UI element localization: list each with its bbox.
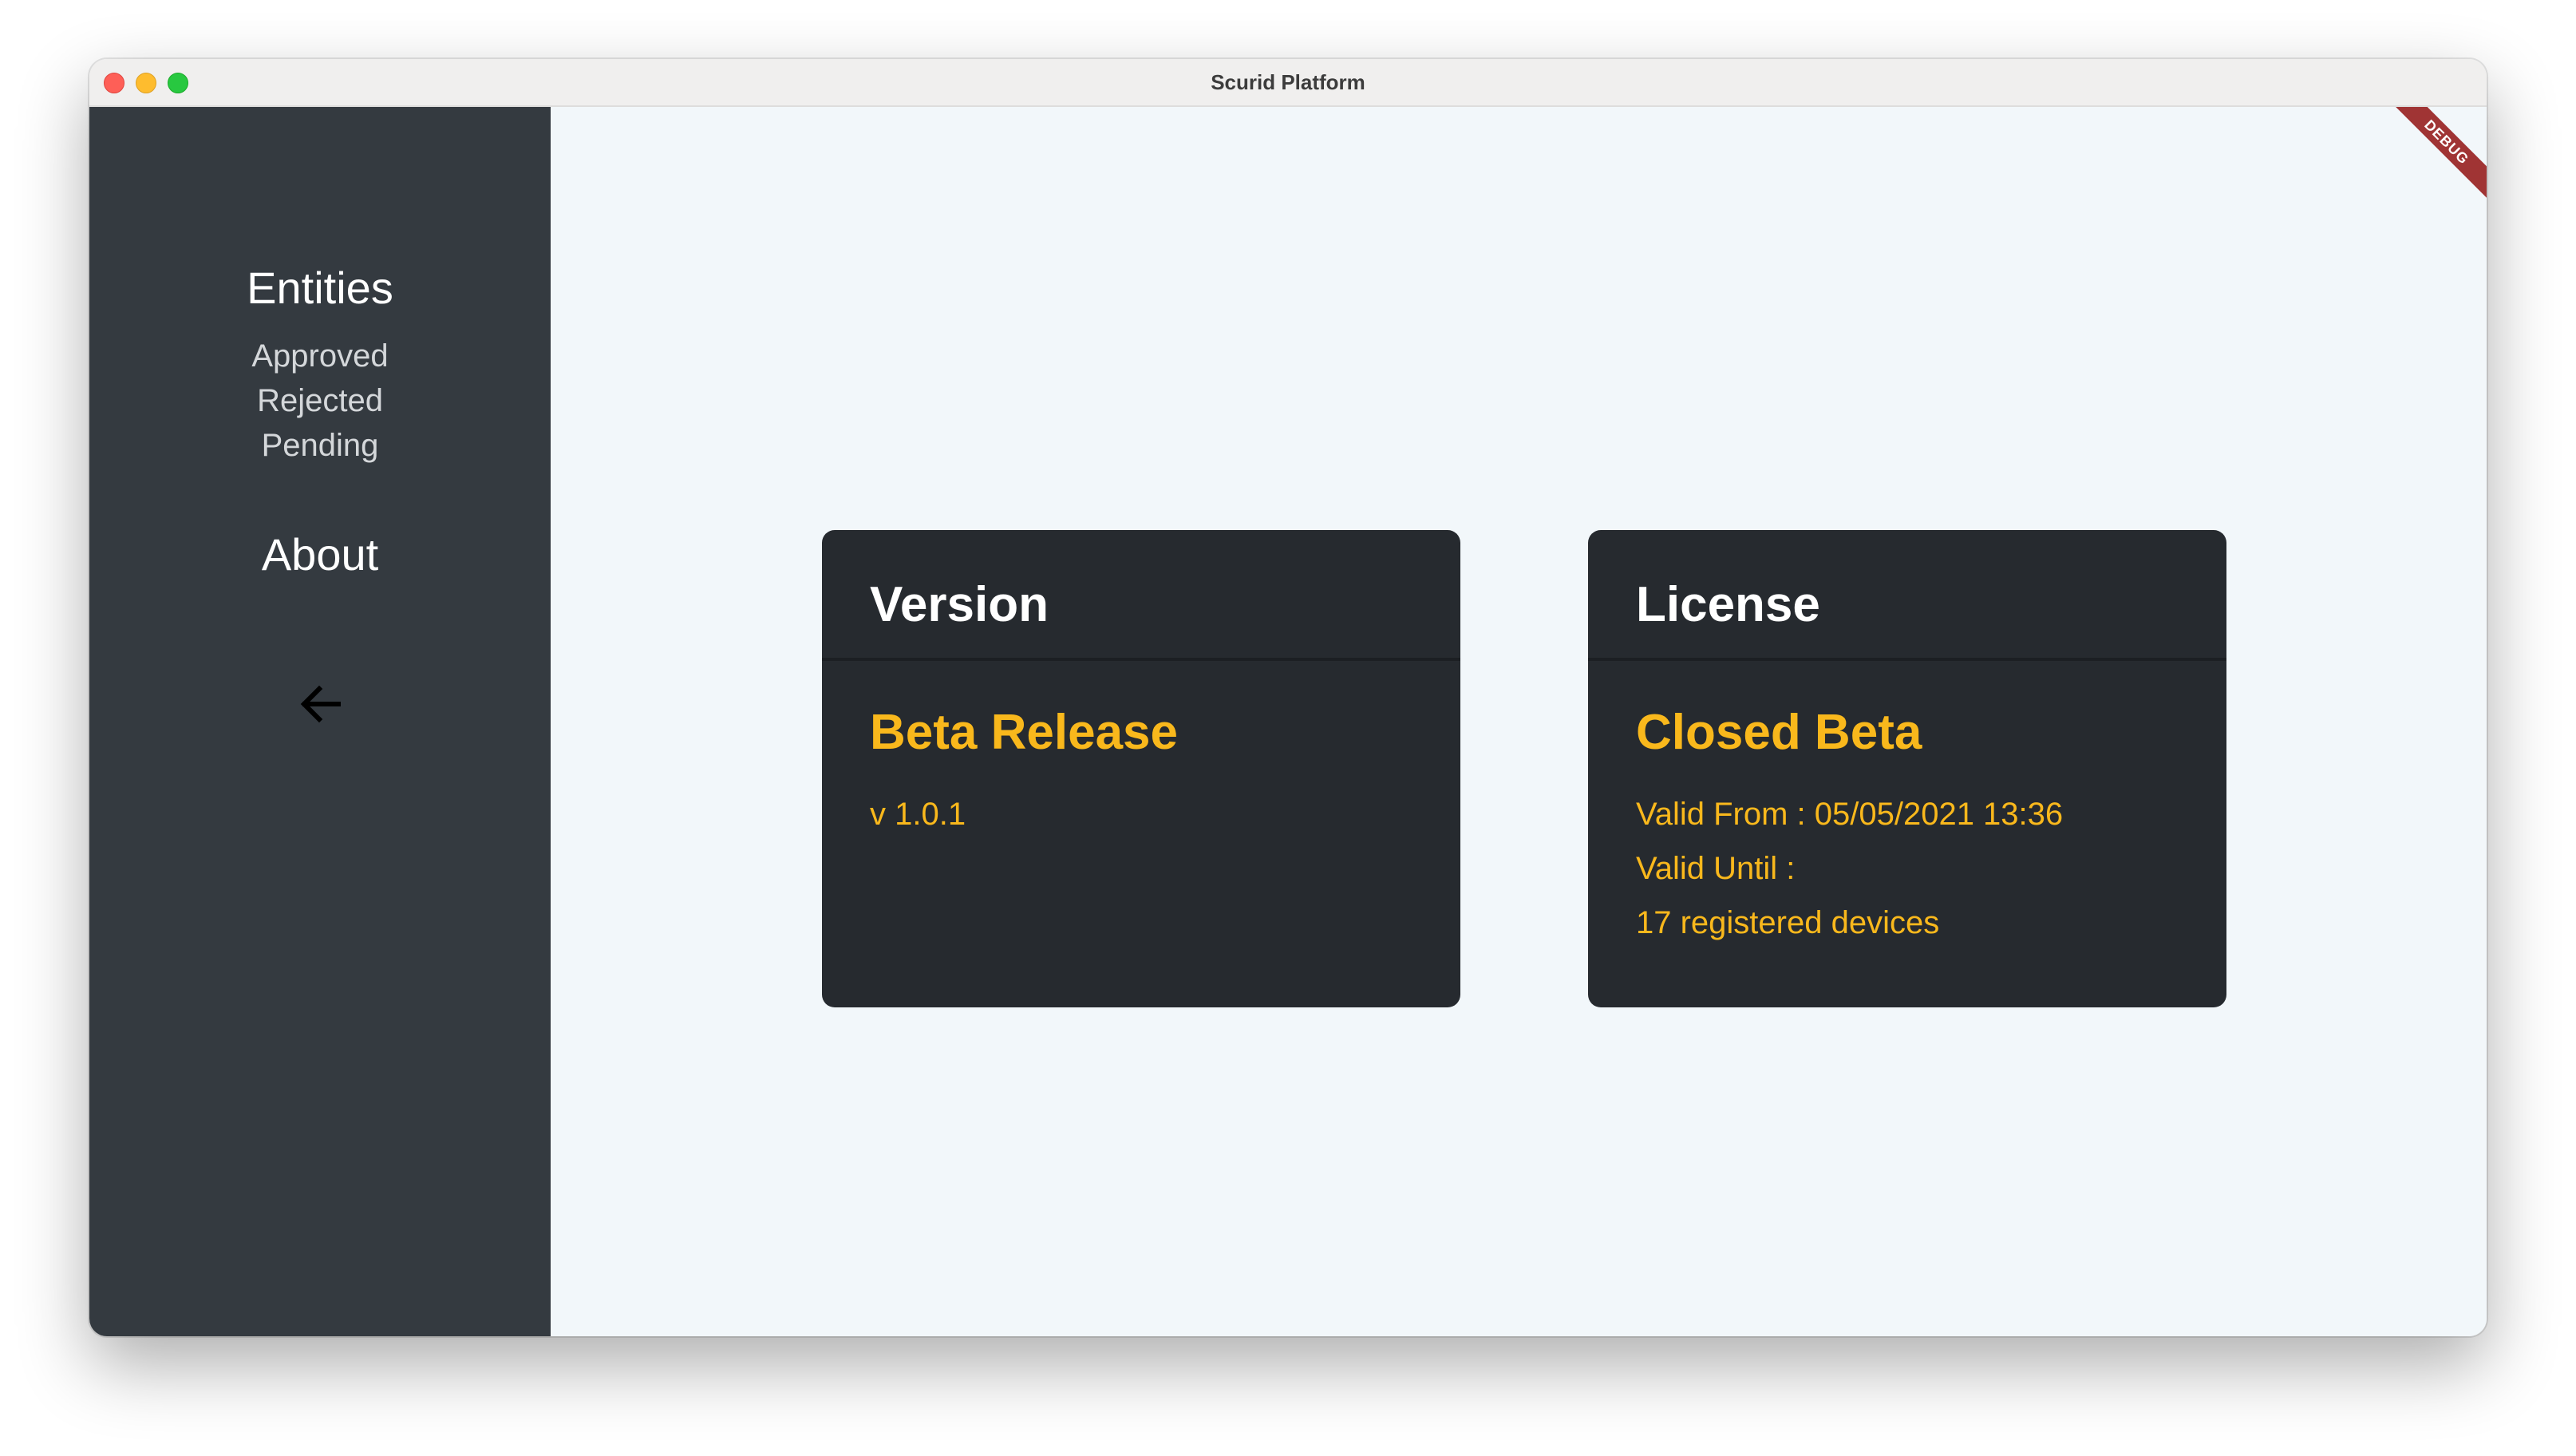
version-card-title: Version xyxy=(870,577,1049,632)
version-card-body: Beta Release v 1.0.1 xyxy=(822,661,1460,841)
sidebar: Entities Approved Rejected Pending About xyxy=(89,107,551,1336)
main-content: Version Beta Release v 1.0.1 License Clo… xyxy=(551,107,2487,1336)
app-window: Scurid Platform Entities Approved Reject… xyxy=(89,59,2487,1336)
sidebar-item-pending[interactable]: Pending xyxy=(89,428,551,464)
sidebar-heading-about[interactable]: About xyxy=(89,528,551,580)
license-card-title: License xyxy=(1636,577,1820,632)
license-valid-from: Valid From : 05/05/2021 13:36 xyxy=(1636,797,2064,832)
title-bar: Scurid Platform xyxy=(89,59,2487,107)
sidebar-item-approved[interactable]: Approved xyxy=(89,338,551,374)
debug-banner-label: DEBUG xyxy=(2391,107,2487,201)
license-valid-until: Valid Until : xyxy=(1636,851,1796,886)
version-card: Version Beta Release v 1.0.1 xyxy=(822,530,1460,1007)
version-release-name: Beta Release xyxy=(870,705,1179,760)
license-device-count: 17 registered devices xyxy=(1636,905,1940,940)
debug-banner: DEBUG xyxy=(2391,107,2487,203)
window-title: Scurid Platform xyxy=(1211,70,1365,94)
version-number: v 1.0.1 xyxy=(870,797,966,832)
license-card-header: License xyxy=(1588,530,2226,661)
license-type: Closed Beta xyxy=(1636,705,1922,760)
version-card-header: Version xyxy=(822,530,1460,661)
arrow-left-icon[interactable] xyxy=(295,679,346,730)
license-card: License Closed Beta Valid From : 05/05/2… xyxy=(1588,530,2226,1007)
license-card-body: Closed Beta Valid From : 05/05/2021 13:3… xyxy=(1588,661,2226,950)
sidebar-item-rejected[interactable]: Rejected xyxy=(89,383,551,419)
sidebar-heading-entities[interactable]: Entities xyxy=(89,262,551,314)
